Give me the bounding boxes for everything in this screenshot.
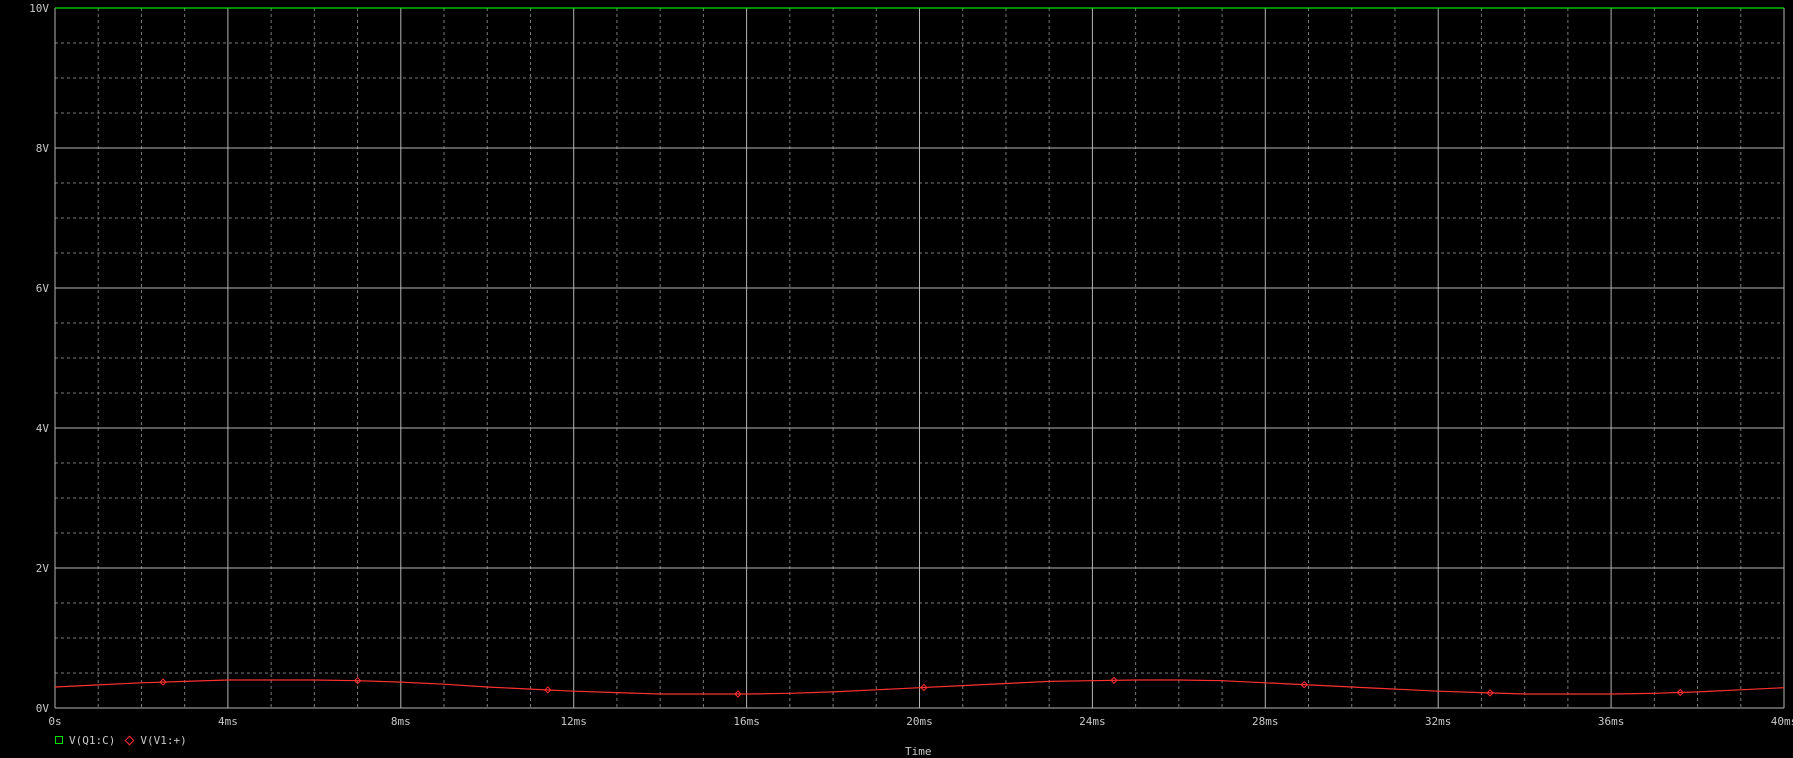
x-tick-label: 0s — [48, 715, 61, 728]
x-tick-label: 4ms — [218, 715, 238, 728]
y-tick-label: 6V — [36, 282, 50, 295]
square-marker-icon — [55, 736, 63, 744]
x-tick-label: 36ms — [1598, 715, 1625, 728]
legend-item-v1: V(V1:+) — [124, 733, 187, 747]
x-axis-label: Time — [905, 745, 932, 758]
x-tick-label: 20ms — [906, 715, 933, 728]
x-tick-label: 12ms — [560, 715, 587, 728]
x-tick-label: 28ms — [1252, 715, 1279, 728]
plot-area: 0s 4ms 8ms 12ms 16ms 20ms 24ms 28ms 32ms 36ms 40ms… — [29, 2, 1793, 728]
legend: V(Q1:C) V(V1:+) — [55, 733, 187, 747]
y-tick-label: 0V — [36, 702, 50, 715]
y-tick-label: 10V — [29, 2, 49, 15]
legend-item-q1c: V(Q1:C) — [55, 734, 115, 747]
legend-label-v1: V(V1:+) — [140, 733, 187, 747]
x-tick-label: 16ms — [733, 715, 760, 728]
x-tick-label: 24ms — [1079, 715, 1106, 728]
y-tick-label: 2V — [36, 562, 50, 575]
x-tick-label: 32ms — [1425, 715, 1452, 728]
legend-label-q1c: V(Q1:C) — [69, 733, 116, 747]
y-tick-label: 8V — [36, 142, 50, 155]
x-tick-label: 8ms — [391, 715, 411, 728]
x-tick-label: 40ms — [1771, 715, 1793, 728]
diamond-marker-icon — [124, 735, 135, 745]
y-tick-label: 4V — [36, 422, 50, 435]
